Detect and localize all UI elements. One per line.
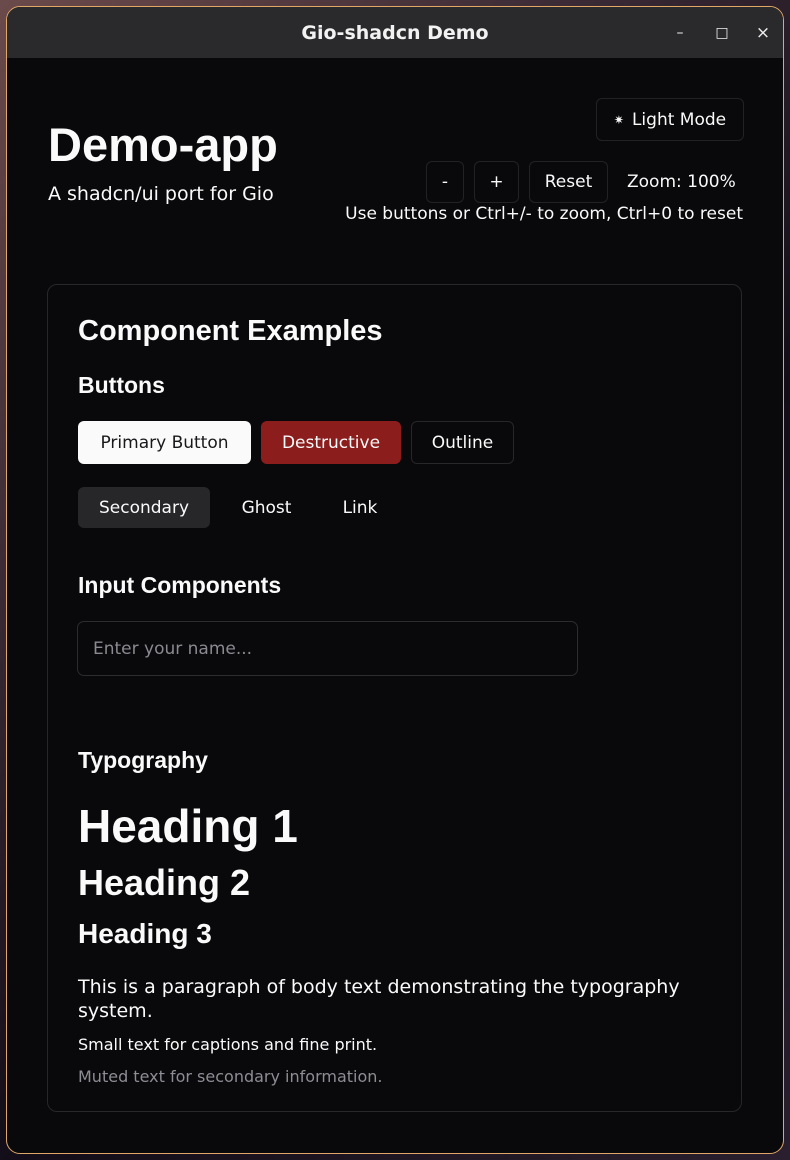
- app-window: Gio-shadcn Demo – □ × Demo-app A shadcn/…: [6, 6, 784, 1154]
- zoom-in-button[interactable]: +: [474, 161, 519, 203]
- sun-icon: ✷: [613, 112, 624, 127]
- card-title: Component Examples: [78, 315, 383, 347]
- small-text: Small text for captions and fine print.: [78, 1035, 378, 1054]
- zoom-level: Zoom: 100%: [627, 172, 736, 192]
- heading-3: Heading 3: [78, 918, 212, 949]
- close-icon[interactable]: ×: [748, 7, 778, 58]
- window-title: Gio-shadcn Demo: [301, 21, 489, 44]
- primary-button[interactable]: Primary Button: [78, 421, 251, 464]
- secondary-button[interactable]: Secondary: [78, 487, 210, 528]
- minimize-icon[interactable]: –: [665, 7, 695, 58]
- typography-heading: Typography: [78, 747, 208, 773]
- buttons-heading: Buttons: [78, 372, 165, 398]
- heading-2: Heading 2: [78, 862, 251, 903]
- input-components-heading: Input Components: [78, 572, 282, 598]
- body-paragraph: This is a paragraph of body text demonst…: [78, 976, 680, 1022]
- outline-button[interactable]: Outline: [411, 421, 514, 464]
- app-title: Demo-app: [48, 118, 278, 171]
- name-input[interactable]: Enter your name...: [77, 621, 578, 676]
- reset-zoom-button[interactable]: Reset: [529, 161, 608, 203]
- maximize-icon[interactable]: □: [707, 7, 737, 58]
- light-mode-button[interactable]: ✷ Light Mode: [596, 98, 744, 141]
- link-button[interactable]: Link: [323, 487, 397, 528]
- destructive-button[interactable]: Destructive: [261, 421, 401, 464]
- heading-1: Heading 1: [78, 800, 298, 852]
- zoom-out-button[interactable]: -: [426, 161, 464, 203]
- muted-text: Muted text for secondary information.: [78, 1067, 383, 1086]
- title-bar[interactable]: Gio-shadcn Demo – □ ×: [7, 7, 783, 58]
- app-subtitle: A shadcn/ui port for Gio: [48, 183, 274, 205]
- zoom-hint: Use buttons or Ctrl+/- to zoom, Ctrl+0 t…: [345, 204, 743, 224]
- ghost-button[interactable]: Ghost: [220, 487, 313, 528]
- light-mode-label: Light Mode: [631, 109, 727, 130]
